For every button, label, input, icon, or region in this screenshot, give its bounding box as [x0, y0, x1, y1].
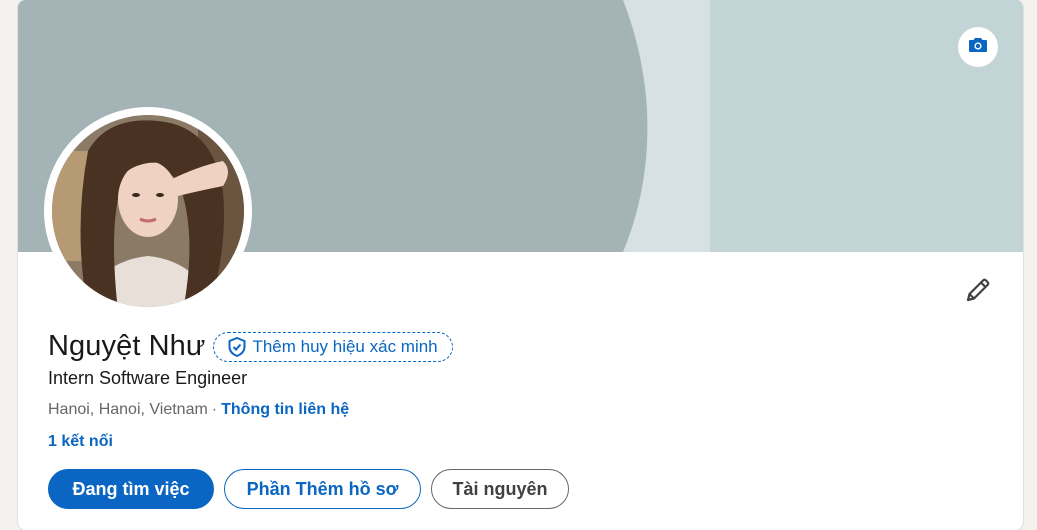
open-to-work-button[interactable]: Đang tìm việc: [48, 469, 214, 509]
profile-card: Nguyệt Như Thêm huy hiệu xác minh Intern…: [18, 0, 1023, 530]
separator-dot: ·: [211, 401, 218, 418]
camera-icon: [969, 37, 987, 58]
add-verification-badge-button[interactable]: Thêm huy hiệu xác minh: [213, 331, 453, 362]
profile-name: Nguyệt Như: [48, 330, 206, 362]
resources-label: Tài nguyên: [452, 478, 548, 499]
profile-location: Hanoi, Hanoi, Vietnam: [48, 401, 208, 418]
pencil-icon: [965, 277, 991, 308]
edit-banner-button[interactable]: [958, 27, 998, 67]
profile-actions: Đang tìm việc Phần Thêm hồ sơ Tài nguyên: [48, 469, 569, 509]
connections-link[interactable]: 1 kết nối: [48, 433, 113, 451]
location-row: Hanoi, Hanoi, Vietnam · Thông tin liên hệ: [48, 401, 349, 419]
add-profile-section-button[interactable]: Phần Thêm hồ sơ: [224, 469, 421, 509]
edit-intro-button[interactable]: [958, 272, 998, 312]
add-profile-section-label: Phần Thêm hồ sơ: [246, 478, 399, 499]
shield-check-icon: [228, 336, 246, 357]
profile-headline: Intern Software Engineer: [48, 368, 248, 388]
avatar-image: [48, 111, 248, 311]
contact-info-link[interactable]: Thông tin liên hệ: [221, 401, 349, 418]
resources-button[interactable]: Tài nguyên: [431, 469, 569, 509]
profile-photo[interactable]: [48, 111, 248, 311]
name-row: Nguyệt Như Thêm huy hiệu xác minh: [48, 330, 453, 363]
verify-badge-label: Thêm huy hiệu xác minh: [252, 336, 438, 356]
